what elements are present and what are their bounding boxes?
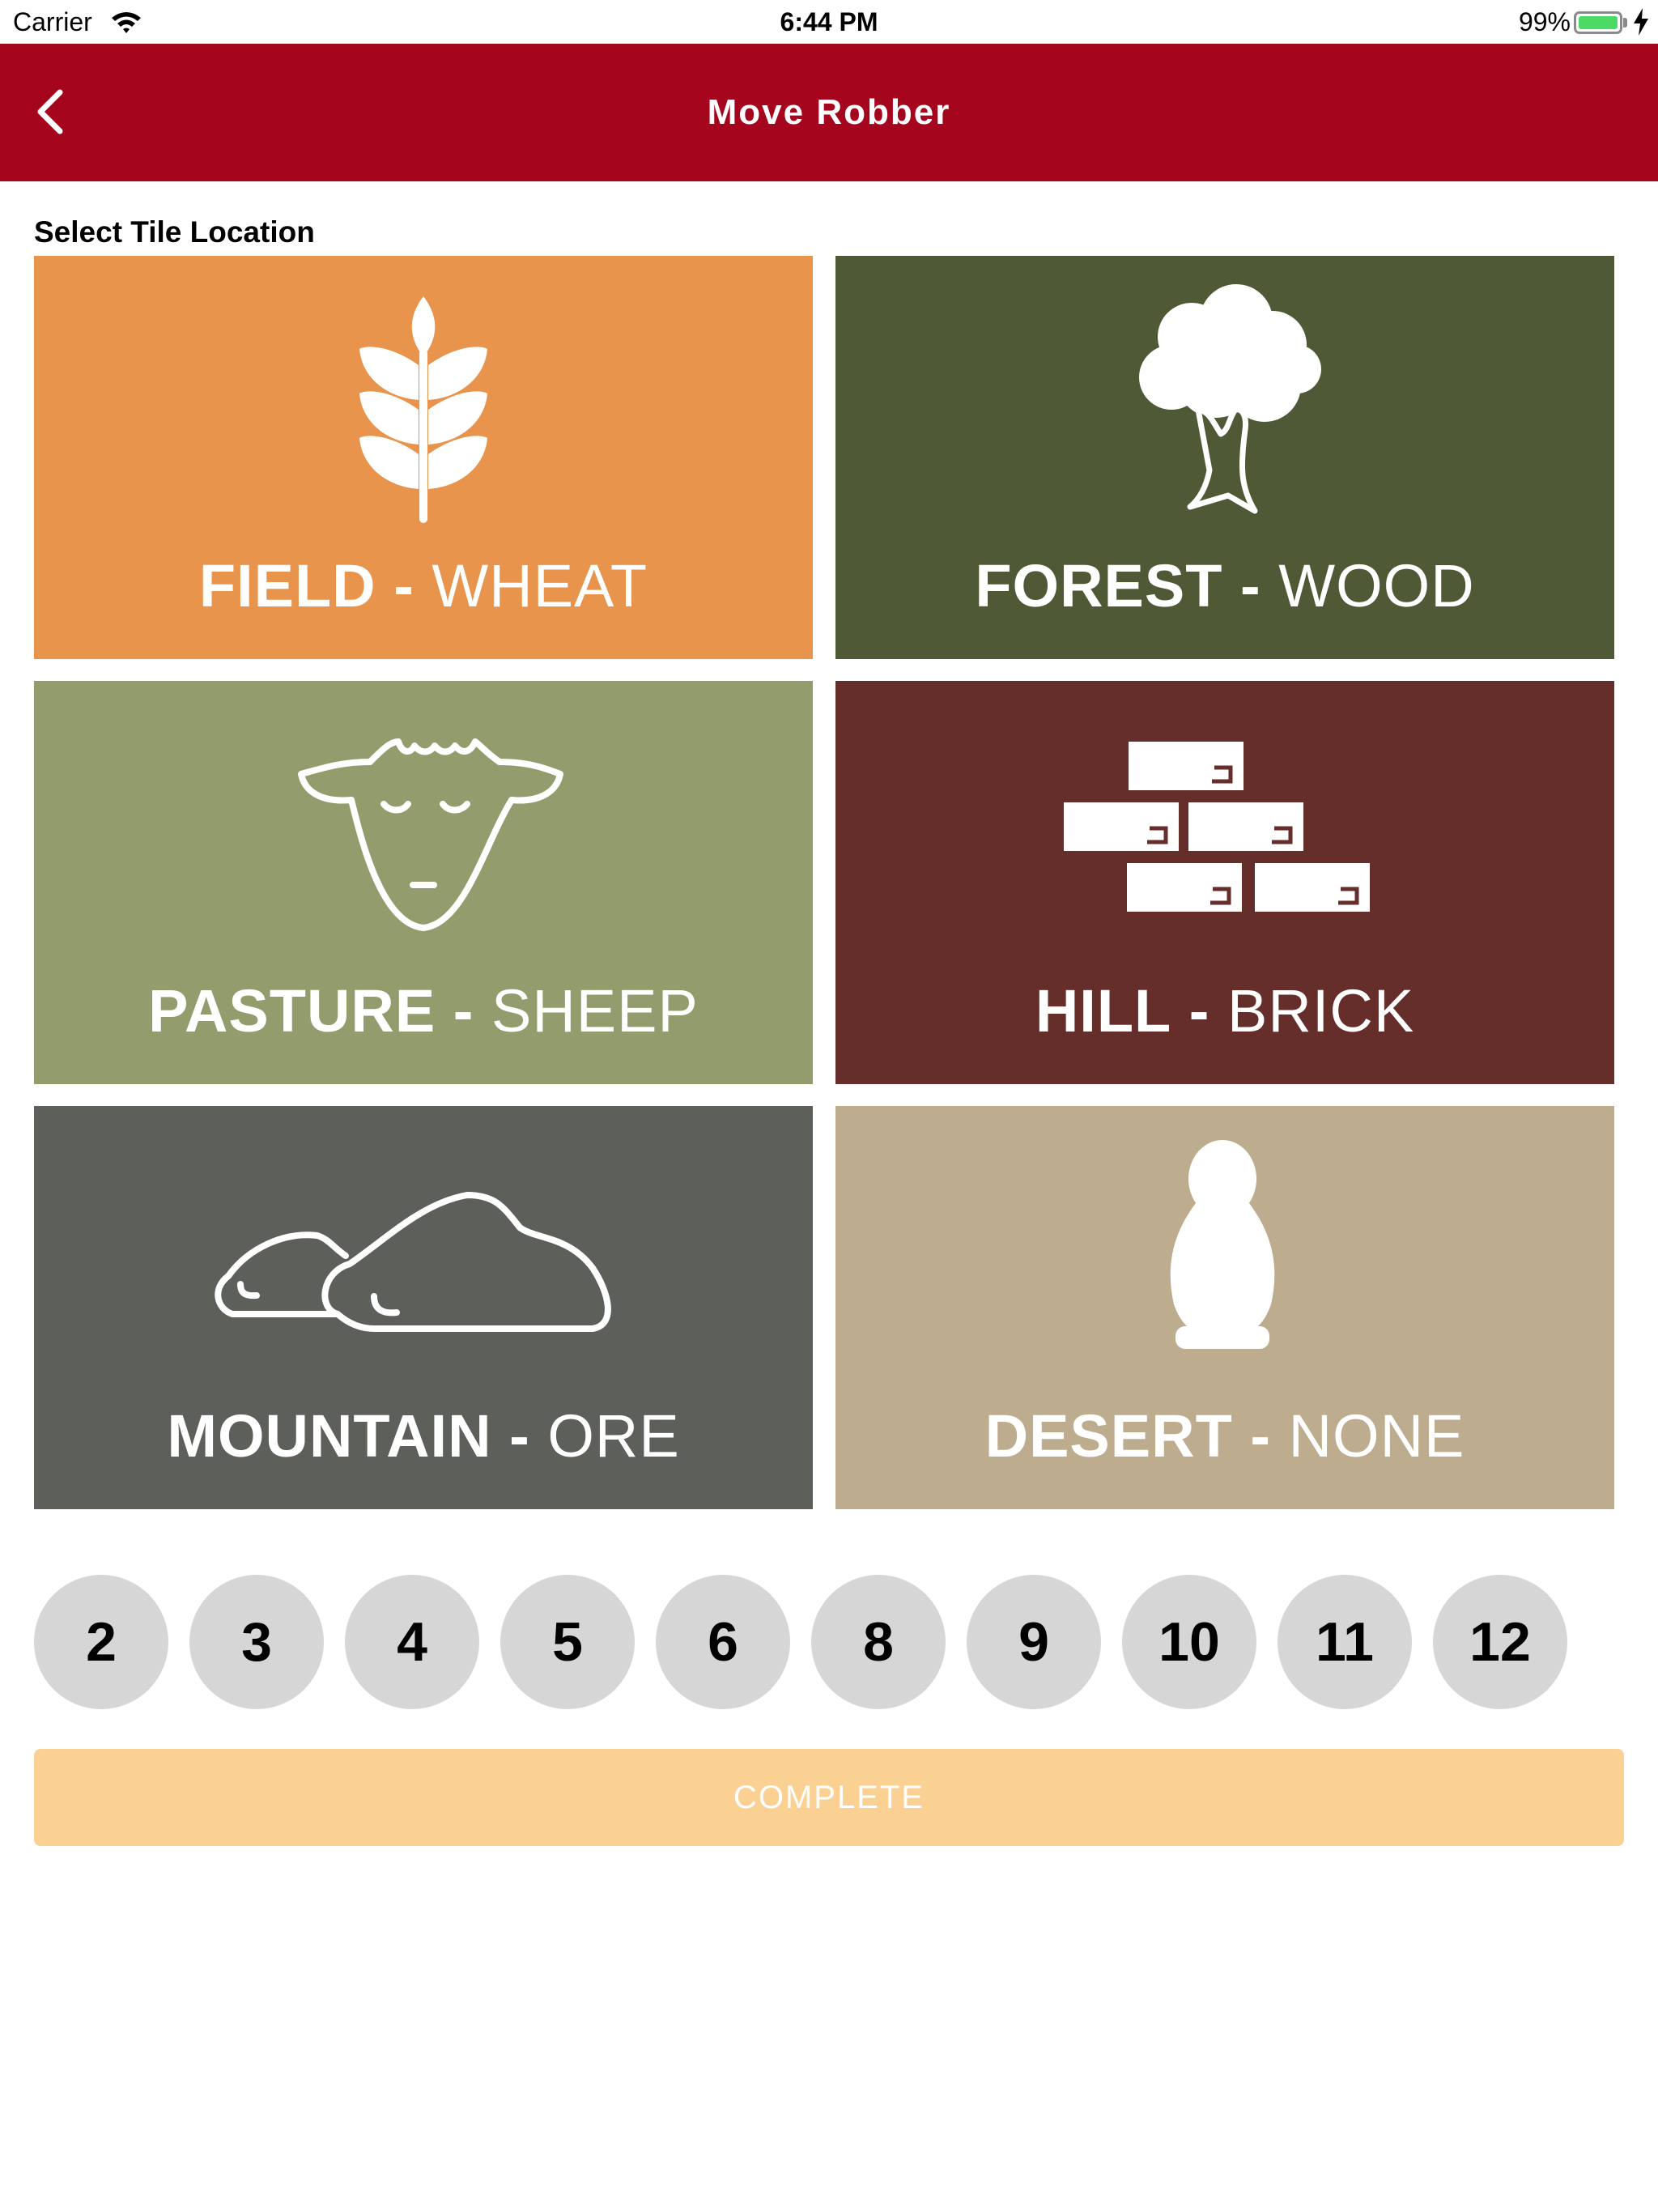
number-button-6[interactable]: 6 [656, 1575, 790, 1709]
tile-label: FOREST - WOOD [975, 552, 1475, 619]
number-button-3[interactable]: 3 [189, 1575, 324, 1709]
number-button-5[interactable]: 5 [500, 1575, 635, 1709]
wheat-icon [359, 296, 487, 523]
number-button-10[interactable]: 10 [1122, 1575, 1256, 1709]
charging-bolt-icon [1634, 8, 1648, 36]
number-button-12[interactable]: 12 [1433, 1575, 1567, 1709]
page-title: Move Robber [707, 92, 951, 132]
complete-button[interactable]: COMPLETE [34, 1749, 1624, 1846]
status-bar: Carrier 6:44 PM 99% [0, 0, 1658, 44]
battery-tip [1623, 18, 1627, 28]
number-button-8[interactable]: 8 [811, 1575, 946, 1709]
tile-pasture[interactable]: PASTURE - SHEEP [34, 681, 813, 1084]
tile-desert[interactable]: DESERT - NONE [835, 1106, 1614, 1509]
number-button-9[interactable]: 9 [967, 1575, 1101, 1709]
tile-field[interactable]: FIELD - WHEAT [34, 256, 813, 659]
tile-hill[interactable]: HILL - BRICK [835, 681, 1614, 1084]
tile-label: PASTURE - SHEEP [148, 977, 699, 1044]
tile-label: FIELD - WHEAT [198, 552, 648, 619]
mountain-icon [215, 1192, 611, 1332]
tile-label: HILL - BRICK [1035, 977, 1415, 1044]
nav-bar: Move Robber [0, 44, 1658, 181]
brick-icon [1064, 742, 1370, 912]
status-time: 6:44 PM [780, 7, 878, 36]
number-button-4[interactable]: 4 [345, 1575, 479, 1709]
tile-mountain[interactable]: MOUNTAIN - ORE [34, 1106, 813, 1509]
battery-icon [1574, 11, 1622, 34]
tile-label: DESERT - NONE [984, 1402, 1465, 1470]
section-label: Select Tile Location [34, 215, 315, 249]
tile-forest[interactable]: FOREST - WOOD [835, 256, 1614, 659]
number-button-2[interactable]: 2 [34, 1575, 168, 1709]
tree-icon [1139, 284, 1321, 514]
number-button-11[interactable]: 11 [1278, 1575, 1412, 1709]
tile-label: MOUNTAIN - ORE [167, 1402, 680, 1470]
battery-percentage: 99% [1518, 7, 1571, 36]
robber-icon [1170, 1140, 1275, 1349]
number-selector: 2 3 4 5 6 8 9 10 11 12 [34, 1575, 1621, 1709]
sheep-icon [298, 738, 563, 931]
